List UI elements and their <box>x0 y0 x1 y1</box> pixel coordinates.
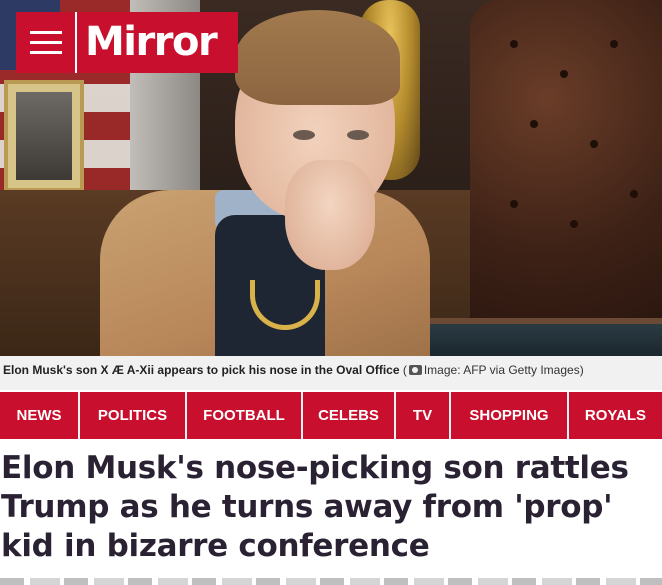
caption-credit-wrapper: (Image: AFP via Getty Images) <box>402 363 584 377</box>
leather-chair <box>470 0 662 330</box>
nav-item-news[interactable]: NEWS <box>0 392 80 439</box>
caption-credit: Image: AFP via Getty Images <box>423 363 580 377</box>
nav-item-celebs[interactable]: CELEBS <box>303 392 396 439</box>
nav-item-tv[interactable]: TV <box>396 392 451 439</box>
image-caption: Elon Musk's son X Æ A-Xii appears to pic… <box>0 356 662 390</box>
nav-item-football[interactable]: FOOTBALL <box>187 392 303 439</box>
nav-item-royals[interactable]: ROYALS <box>569 392 662 439</box>
camera-icon <box>408 365 422 375</box>
photo-frame <box>4 80 84 192</box>
child-hair <box>235 10 400 105</box>
nav-item-politics[interactable]: POLITICS <box>80 392 187 439</box>
caption-text: Elon Musk's son X Æ A-Xii appears to pic… <box>3 363 400 377</box>
site-header-logo: Mirror <box>16 12 238 73</box>
nav-item-shopping[interactable]: SHOPPING <box>451 392 569 439</box>
mirror-logo[interactable]: Mirror <box>77 12 238 73</box>
truncated-standfirst <box>0 578 662 585</box>
child-hand <box>285 160 375 270</box>
hamburger-menu-icon[interactable] <box>16 12 77 73</box>
article-headline: Elon Musk's nose-picking son rattles Tru… <box>1 450 629 564</box>
section-nav: NEWS POLITICS FOOTBALL CELEBS TV SHOPPIN… <box>0 392 662 439</box>
